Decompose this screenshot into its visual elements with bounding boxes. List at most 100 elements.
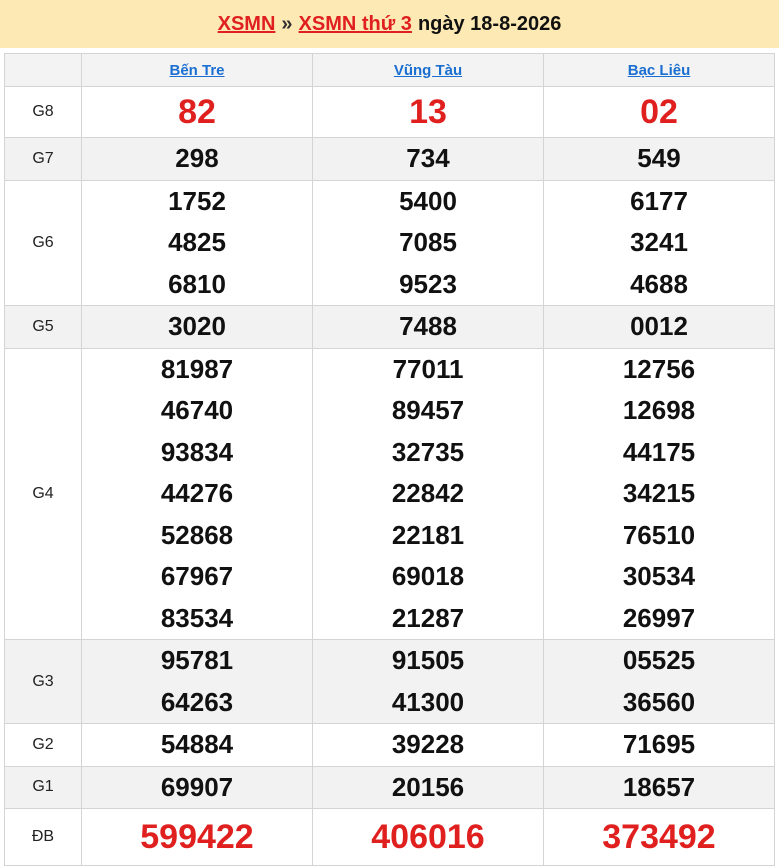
prize-cell: 82 bbox=[81, 86, 313, 138]
winning-number: 67967 bbox=[160, 561, 234, 591]
prize-row-đb: ĐB 599422 406016 373492 bbox=[4, 808, 775, 866]
winning-number: 5400 bbox=[399, 185, 457, 216]
prize-cell: 71695 bbox=[543, 723, 775, 767]
prize-cell: 81987 46740 93834 44276 52868 67967 83534 bbox=[81, 347, 313, 640]
winning-number: 64263 bbox=[160, 686, 234, 717]
winning-number: 3241 bbox=[630, 227, 688, 257]
prize-row-g7: G7 298 734 549 bbox=[4, 137, 775, 181]
winning-number: 83534 bbox=[160, 602, 234, 633]
prize-cell: 69907 bbox=[81, 765, 313, 809]
winning-number: 76510 bbox=[622, 519, 696, 550]
winning-number: 4688 bbox=[630, 268, 688, 299]
winning-number: 46740 bbox=[160, 395, 234, 425]
prize-cell: 549 bbox=[543, 137, 775, 181]
prize-cell: 3020 bbox=[81, 305, 313, 349]
winning-number: 81987 bbox=[160, 353, 234, 384]
prize-rows: G8 82 13 02 G7 298 734 549 G6 1752 4825 6810 5400 708… bbox=[4, 86, 775, 866]
province-link-ben-tre[interactable]: Bến Tre bbox=[169, 62, 224, 79]
prize-cell: 91505 41300 bbox=[312, 639, 544, 724]
prize-label: G6 bbox=[4, 179, 82, 306]
winning-number: 32735 bbox=[391, 436, 465, 467]
prize-row-g1: G1 69907 20156 18657 bbox=[4, 765, 775, 809]
prize-cell: 298 bbox=[81, 137, 313, 181]
prize-label: G7 bbox=[4, 137, 82, 181]
winning-number: 95781 bbox=[160, 645, 234, 675]
prize-cell: 02 bbox=[543, 86, 775, 138]
winning-number: 549 bbox=[637, 143, 681, 173]
winning-number: 26997 bbox=[622, 602, 696, 633]
winning-number: 1752 bbox=[168, 185, 226, 216]
winning-number: 93834 bbox=[160, 436, 234, 467]
province-header-cell: Vũng Tàu bbox=[312, 53, 544, 87]
winning-number: 21287 bbox=[391, 602, 465, 633]
winning-number: 13 bbox=[409, 93, 447, 131]
prize-cell: 734 bbox=[312, 137, 544, 181]
winning-number: 6810 bbox=[168, 268, 226, 299]
winning-number: 71695 bbox=[622, 729, 696, 759]
winning-number: 7085 bbox=[399, 227, 457, 257]
winning-number: 0012 bbox=[630, 311, 688, 341]
winning-number: 22181 bbox=[391, 519, 465, 550]
xsmn-tuesday-link[interactable]: XSMN thứ 3 bbox=[299, 13, 412, 36]
draw-date: ngày 18-8-2026 bbox=[417, 12, 562, 35]
winning-number: 22842 bbox=[391, 478, 465, 508]
prize-row-g3: G3 95781 64263 91505 41300 05525 36560 bbox=[4, 639, 775, 724]
winning-number: 91505 bbox=[391, 645, 465, 675]
winning-number: 30534 bbox=[622, 561, 696, 591]
prize-cell: 1752 4825 6810 bbox=[81, 179, 313, 306]
prize-label: G8 bbox=[4, 86, 82, 138]
winning-number: 12756 bbox=[622, 353, 696, 384]
prize-label: G5 bbox=[4, 305, 82, 349]
prize-label: G2 bbox=[4, 723, 82, 767]
prize-row-g8: G8 82 13 02 bbox=[4, 86, 775, 138]
prize-cell: 6177 3241 4688 bbox=[543, 179, 775, 306]
results-title-bar: XSMN » XSMN thứ 3 ngày 18-8-2026 bbox=[0, 0, 779, 48]
winning-number: 44175 bbox=[622, 436, 696, 467]
prize-row-g5: G5 3020 7488 0012 bbox=[4, 305, 775, 349]
winning-number: 7488 bbox=[399, 311, 457, 341]
xsmn-link[interactable]: XSMN bbox=[218, 13, 276, 36]
prize-cell: 13 bbox=[312, 86, 544, 138]
prize-label: G3 bbox=[4, 639, 82, 724]
province-link-vung-tau[interactable]: Vũng Tàu bbox=[394, 62, 462, 79]
prize-cell: 373492 bbox=[543, 808, 775, 866]
prize-cell: 95781 64263 bbox=[81, 639, 313, 724]
winning-number: 44276 bbox=[160, 478, 234, 508]
prize-label: G4 bbox=[4, 347, 82, 640]
results-table: Bến Tre Vũng Tàu Bạc Liêu G8 82 13 02 G7 298 7… bbox=[4, 53, 775, 866]
winning-number: 6177 bbox=[630, 185, 688, 216]
winning-number: 9523 bbox=[399, 268, 457, 299]
province-header-cell: Bến Tre bbox=[81, 53, 313, 87]
winning-number: 734 bbox=[406, 143, 450, 173]
prize-cell: 406016 bbox=[312, 808, 544, 866]
winning-number: 05525 bbox=[622, 645, 696, 675]
province-link-bac-lieu[interactable]: Bạc Liêu bbox=[628, 62, 691, 79]
prize-row-g6: G6 1752 4825 6810 5400 7085 9523 6177 3241 4688 bbox=[4, 179, 775, 306]
winning-number: 41300 bbox=[391, 686, 465, 717]
prize-row-g4: G4 81987 46740 93834 44276 52868 67967 83534 770… bbox=[4, 347, 775, 640]
winning-number: 18657 bbox=[622, 771, 696, 802]
winning-number: 20156 bbox=[391, 771, 465, 802]
winning-number: 69907 bbox=[160, 771, 234, 802]
province-header-cell: Bạc Liêu bbox=[543, 53, 775, 87]
prize-cell: 05525 36560 bbox=[543, 639, 775, 724]
winning-number: 599422 bbox=[140, 818, 254, 856]
prize-cell: 0012 bbox=[543, 305, 775, 349]
winning-number: 02 bbox=[640, 93, 678, 131]
winning-number: 69018 bbox=[391, 561, 465, 591]
prize-cell: 77011 89457 32735 22842 22181 69018 21287 bbox=[312, 347, 544, 640]
winning-number: 12698 bbox=[622, 395, 696, 425]
prize-cell: 54884 bbox=[81, 723, 313, 767]
province-header-row: Bến Tre Vũng Tàu Bạc Liêu bbox=[4, 53, 775, 87]
winning-number: 3020 bbox=[168, 311, 226, 341]
prize-cell: 7488 bbox=[312, 305, 544, 349]
prize-label: ĐB bbox=[4, 808, 82, 866]
winning-number: 52868 bbox=[160, 519, 234, 550]
winning-number: 54884 bbox=[160, 729, 234, 759]
winning-number: 4825 bbox=[168, 227, 226, 257]
winning-number: 373492 bbox=[602, 818, 716, 856]
prize-cell: 20156 bbox=[312, 765, 544, 809]
prize-cell: 39228 bbox=[312, 723, 544, 767]
prize-cell: 5400 7085 9523 bbox=[312, 179, 544, 306]
prize-label: G1 bbox=[4, 765, 82, 809]
